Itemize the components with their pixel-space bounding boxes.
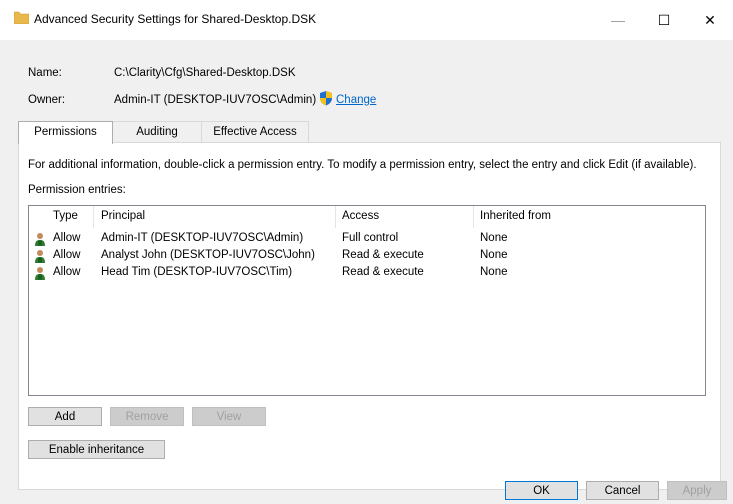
add-button[interactable]: Add <box>28 407 102 426</box>
tab-effective-access[interactable]: Effective Access <box>201 121 309 142</box>
apply-button[interactable]: Apply <box>667 481 727 500</box>
cell-inherited-from: None <box>480 249 508 261</box>
owner-value: Admin-IT (DESKTOP-IUV7OSC\Admin) <box>114 94 317 106</box>
cancel-button[interactable]: Cancel <box>586 481 659 500</box>
column-header-access[interactable]: Access <box>342 210 379 222</box>
folder-icon <box>14 11 29 24</box>
cell-inherited-from: None <box>480 266 508 278</box>
column-divider[interactable] <box>473 206 474 228</box>
cell-type: Allow <box>53 266 81 278</box>
permission-entries-list[interactable]: Type Principal Access Inherited from All… <box>28 205 706 396</box>
change-owner-link[interactable]: Change <box>336 94 376 106</box>
column-divider[interactable] <box>335 206 336 228</box>
shield-icon <box>320 91 332 106</box>
column-header-type[interactable]: Type <box>53 210 78 222</box>
table-row[interactable]: Allow Analyst John (DESKTOP-IUV7OSC\John… <box>29 248 705 265</box>
cell-access: Full control <box>342 232 399 244</box>
table-row[interactable]: Allow Admin-IT (DESKTOP-IUV7OSC\Admin) F… <box>29 231 705 248</box>
cell-type: Allow <box>53 249 81 261</box>
cell-principal: Head Tim (DESKTOP-IUV7OSC\Tim) <box>101 266 293 278</box>
cell-type: Allow <box>53 232 81 244</box>
minimize-button[interactable]: — <box>595 0 641 40</box>
tab-permissions[interactable]: Permissions <box>18 121 113 144</box>
cell-access: Read & execute <box>342 249 424 261</box>
ok-button[interactable]: OK <box>505 481 578 500</box>
remove-button[interactable]: Remove <box>110 407 184 426</box>
owner-label: Owner: <box>28 94 66 106</box>
column-header-inherited-from[interactable]: Inherited from <box>480 210 551 222</box>
cell-access: Read & execute <box>342 266 424 278</box>
permission-entries-label: Permission entries: <box>28 184 126 196</box>
user-icon <box>35 267 45 280</box>
enable-inheritance-button[interactable]: Enable inheritance <box>28 440 165 459</box>
maximize-button[interactable]: ☐ <box>641 0 687 40</box>
view-button[interactable]: View <box>192 407 266 426</box>
tab-auditing[interactable]: Auditing <box>112 121 202 142</box>
table-row[interactable]: Allow Head Tim (DESKTOP-IUV7OSC\Tim) Rea… <box>29 265 705 282</box>
info-text: For additional information, double-click… <box>28 159 697 171</box>
cell-principal: Analyst John (DESKTOP-IUV7OSC\John) <box>101 249 315 261</box>
name-value: C:\Clarity\Cfg\Shared-Desktop.DSK <box>114 67 296 79</box>
column-header-principal[interactable]: Principal <box>101 210 145 222</box>
user-icon <box>35 233 45 246</box>
title-bar: Advanced Security Settings for Shared-De… <box>0 0 733 40</box>
close-button[interactable]: ✕ <box>687 0 733 40</box>
window-title: Advanced Security Settings for Shared-De… <box>34 12 317 26</box>
column-divider[interactable] <box>93 206 94 228</box>
name-label: Name: <box>28 67 62 79</box>
cell-principal: Admin-IT (DESKTOP-IUV7OSC\Admin) <box>101 232 304 244</box>
cell-inherited-from: None <box>480 232 508 244</box>
user-icon <box>35 250 45 263</box>
